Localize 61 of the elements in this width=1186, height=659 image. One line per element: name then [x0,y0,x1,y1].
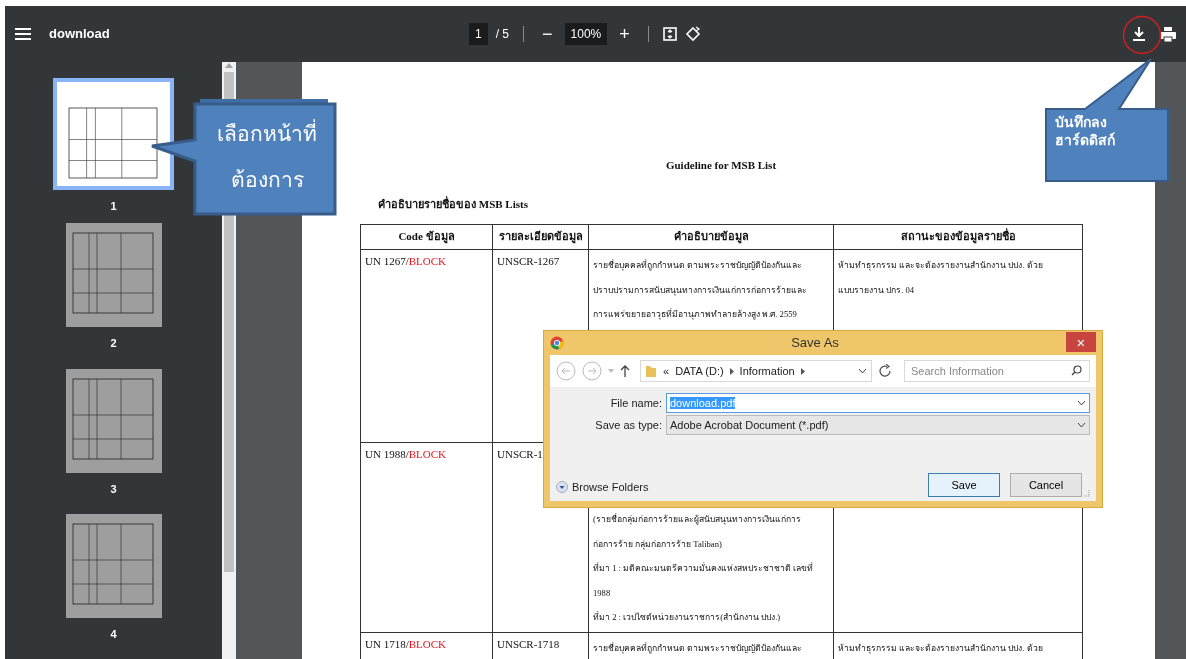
path-prefix: « [663,363,670,379]
page-number: 2 [110,336,117,352]
table-cell-text: ห้ามทำธุรกรรม และจะต้องรายงานสำนักงาน ปปง. ด้วย [838,642,1044,656]
rotate-icon[interactable] [684,26,701,42]
browser-icon [550,336,564,350]
page-number: 4 [110,626,117,642]
column-header: Code ข้อมูล [398,230,455,242]
field-label: Save as type: [594,417,663,433]
save-button[interactable]: Save [928,473,1000,497]
print-icon[interactable] [1160,26,1176,42]
page-thumbnail[interactable] [53,78,174,190]
table-cell: UNSCR-1267 [497,255,560,267]
search-field[interactable]: Search Information [904,360,1090,382]
column-header: รายละเอียดข้อมูล [498,230,583,242]
table-cell: UN 1267/BLOCK [365,255,446,267]
menu-icon[interactable] [15,27,31,41]
table-cell-text: ห้ามทำธุรกรรม และจะต้องรายงานสำนักงาน ปปง. ด้วย แบบรายงาน ปกร. 04 [838,259,1044,297]
fit-page-icon[interactable] [662,27,677,41]
download-icon[interactable] [1132,26,1146,42]
table-cell: UNSCR-1 [497,448,543,460]
close-button[interactable]: × [1066,332,1096,352]
column-header: สถานะของข้อมูลรายชื่อ [900,230,1016,242]
path-segment[interactable]: DATA (D:) [675,362,724,380]
field-label: File name: [609,395,663,411]
address-bar[interactable]: « DATA (D:) Information [640,360,872,382]
path-segment[interactable]: Information [739,362,795,380]
dropdown-icon[interactable] [858,368,867,374]
chevron-down-icon [1077,422,1086,428]
chevron-icon[interactable] [800,367,805,375]
page-number: 1 [110,199,117,214]
column-header: คำอธิบายข้อมูล [673,230,749,242]
chevron-icon[interactable] [729,367,734,375]
expand-icon [556,480,568,493]
dialog-title: Save As [790,334,840,353]
callout-tooltip: บันทึกลง ฮาร์ดดิสก์ [1043,57,1171,185]
table-cell: UN 1718/BLOCK [365,638,446,650]
table-cell-text: รายชื่อบุคคลที่ถูกกำหนด ตามพระราชบัญญัติป้องกันและ [593,641,804,656]
table-cell-text: รายชื่อบุคคลที่ถูกกำหนด ตามพระราชบัญญัติป้องกันและ ปราบปรามการสนับสนุนทางการเงินแก่การก่อการร้ายและ การแพร่ขยายอาวุธที่มีอานุภาพทำลายล้างสูง พ.ศ. 2559 [593,258,808,322]
zoom-field[interactable]: 100% [564,23,608,45]
file-type-dropdown[interactable]: Adobe Acrobat Document (*.pdf) [666,415,1090,435]
document-subheading: คำอธิบายรายชื่อของ MSB Lists [378,195,529,212]
document-title: download [49,25,111,44]
document-heading: Guideline for MSB List [664,158,778,173]
highlight-circle [1122,15,1162,55]
resize-grip-icon [1082,489,1090,497]
browse-folders-toggle[interactable]: Browse Folders [556,478,649,495]
chevron-down-icon [1077,400,1086,406]
search-icon [1071,365,1082,376]
zoom-out-button[interactable]: − [538,25,557,43]
page-number-field[interactable]: 1 [469,23,488,45]
up-arrow-icon[interactable] [620,365,630,377]
table-cell-text: (รายชื่อกลุ่มก่อการร้ายและผู้สนับสนุนทางการเงินแก่การ ก่อการร้าย กลุ่มก่อการร้าย Taliban) ที่มา 1 : มติคณะมนตรีความมั่นคงแห่งสหประชาชาติ เลขที่ 1988 ที่มา 2 : เวปไซต์หน่วยงานราชการ(สำนักงาน ปปง.) [593,512,815,624]
folder-icon [645,364,657,378]
table-cell: UN 1988/BLOCK [365,448,446,460]
page-count: / 5 [495,26,510,43]
page-number: 3 [110,481,117,497]
table-cell: UNSCR-1718 [497,638,560,650]
zoom-in-button[interactable]: + [615,25,634,43]
callout-tooltip: เลือกหน้าที่ ต้องการ [150,99,340,219]
cancel-button[interactable]: Cancel [1010,473,1082,497]
refresh-icon[interactable] [878,364,892,378]
